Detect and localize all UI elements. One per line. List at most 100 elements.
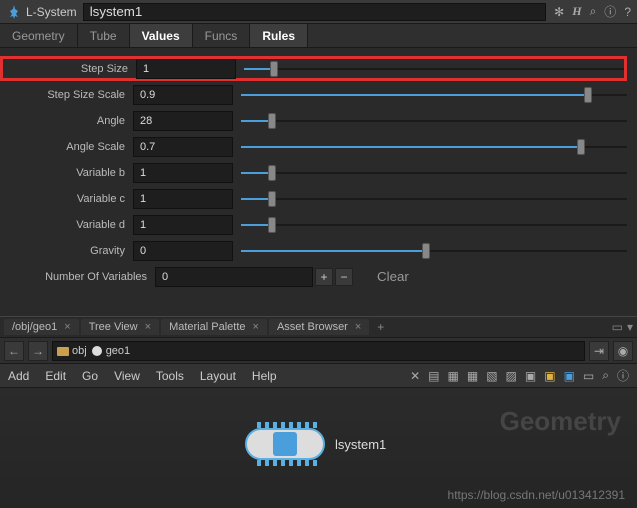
geo-icon: [91, 345, 103, 357]
step-size-input[interactable]: [136, 59, 236, 79]
step-size-label: Step Size: [3, 63, 136, 75]
gravity-label: Gravity: [0, 245, 133, 257]
color-icon[interactable]: ▣: [564, 369, 575, 383]
add-var-button[interactable]: +: [315, 268, 333, 286]
tab-geometry[interactable]: Geometry: [0, 24, 78, 47]
search-icon[interactable]: ⌕: [602, 368, 609, 383]
angle-slider[interactable]: [241, 111, 627, 131]
path-field[interactable]: obj geo1: [52, 341, 585, 361]
path-seg-obj[interactable]: obj: [57, 345, 87, 357]
info-icon[interactable]: ⓘ: [617, 367, 629, 384]
menu-bar: Add Edit Go View Tools Layout Help ✕ ▤ ▦…: [0, 364, 637, 388]
image-icon[interactable]: ▭: [583, 369, 594, 383]
angle-scale-label: Angle Scale: [0, 141, 133, 153]
help-h-icon[interactable]: H: [572, 4, 581, 19]
menu-tools[interactable]: Tools: [156, 369, 184, 383]
step-scale-input[interactable]: [133, 85, 233, 105]
param-var-c: Variable c: [0, 186, 627, 211]
angle-label: Angle: [0, 115, 133, 127]
var-b-label: Variable b: [0, 167, 133, 179]
folder-icon: [57, 345, 69, 357]
num-vars-input[interactable]: [155, 267, 313, 287]
save-icon[interactable]: ▣: [525, 369, 536, 383]
param-tabs: Geometry Tube Values Funcs Rules: [0, 24, 637, 48]
close-icon[interactable]: ×: [253, 321, 259, 333]
var-c-input[interactable]: [133, 189, 233, 209]
menu-view[interactable]: View: [114, 369, 140, 383]
angle-input[interactable]: [133, 111, 233, 131]
lsystem-node-icon: [273, 432, 297, 456]
pane-tab-obj[interactable]: /obj/geo1×: [4, 319, 79, 335]
param-angle: Angle: [0, 108, 627, 133]
search-icon[interactable]: ⌕: [590, 4, 597, 19]
gear-icon[interactable]: ✻: [554, 5, 564, 19]
layout-icon[interactable]: ▧: [486, 369, 497, 383]
gravity-slider[interactable]: [241, 241, 627, 261]
note-icon[interactable]: ▣: [544, 369, 555, 383]
close-icon[interactable]: ×: [64, 321, 70, 333]
clear-button[interactable]: Clear: [363, 267, 423, 286]
step-size-slider[interactable]: [244, 59, 624, 79]
remove-var-button[interactable]: −: [335, 268, 353, 286]
node-label: lsystem1: [335, 437, 386, 452]
pin-button[interactable]: ⇥: [589, 341, 609, 361]
step-scale-slider[interactable]: [241, 85, 627, 105]
pane-tabs: /obj/geo1× Tree View× Material Palette× …: [0, 316, 637, 338]
node-name-input[interactable]: [83, 3, 546, 21]
step-scale-label: Step Size Scale: [0, 89, 133, 101]
node-lsystem1[interactable]: lsystem1: [245, 428, 386, 460]
info-icon[interactable]: ⓘ: [604, 3, 616, 20]
back-button[interactable]: ←: [4, 341, 24, 361]
param-var-d: Variable d: [0, 212, 627, 237]
tab-rules[interactable]: Rules: [250, 24, 308, 47]
tab-values[interactable]: Values: [130, 24, 193, 47]
num-vars-label: Number Of Variables: [0, 271, 155, 283]
tab-tube[interactable]: Tube: [78, 24, 130, 47]
var-c-label: Variable c: [0, 193, 133, 205]
param-num-vars: Number Of Variables + − Clear: [0, 264, 627, 289]
menu-layout[interactable]: Layout: [200, 369, 236, 383]
list-icon[interactable]: ▤: [428, 369, 439, 383]
node-body[interactable]: [245, 428, 325, 460]
tab-funcs[interactable]: Funcs: [193, 24, 251, 47]
gravity-input[interactable]: [133, 241, 233, 261]
network-viewport[interactable]: Geometry lsystem1 https://blog.csdn.net/…: [0, 388, 637, 508]
pane-tab-material[interactable]: Material Palette×: [161, 319, 267, 335]
menu-go[interactable]: Go: [82, 369, 98, 383]
pane-tab-tree[interactable]: Tree View×: [81, 319, 159, 335]
add-tab-button[interactable]: +: [371, 320, 390, 334]
params-panel: Step Size Step Size Scale Angle Angle Sc…: [0, 48, 637, 298]
grid-icon[interactable]: ▦: [467, 369, 478, 383]
target-button[interactable]: ◉: [613, 341, 633, 361]
close-icon[interactable]: ×: [355, 321, 361, 333]
param-angle-scale: Angle Scale: [0, 134, 627, 159]
menu-add[interactable]: Add: [8, 369, 29, 383]
path-navbar: ← → obj geo1 ⇥ ◉: [0, 338, 637, 364]
close-icon[interactable]: ×: [145, 321, 151, 333]
var-c-slider[interactable]: [241, 189, 627, 209]
title-bar: L-System ✻ H ⌕ ⓘ ?: [0, 0, 637, 24]
var-d-input[interactable]: [133, 215, 233, 235]
expand-icon[interactable]: ▭: [612, 320, 623, 334]
var-d-label: Variable d: [0, 219, 133, 231]
pane-tab-asset[interactable]: Asset Browser×: [269, 319, 369, 335]
help-icon[interactable]: ?: [624, 5, 631, 19]
angle-scale-input[interactable]: [133, 137, 233, 157]
wrench-icon[interactable]: ✕: [410, 369, 420, 383]
path-seg-geo1[interactable]: geo1: [91, 345, 130, 357]
align-icon[interactable]: ▦: [448, 369, 459, 383]
menu-edit[interactable]: Edit: [45, 369, 66, 383]
context-label: Geometry: [500, 406, 621, 437]
lsystem-icon: [6, 4, 22, 20]
forward-button[interactable]: →: [28, 341, 48, 361]
angle-scale-slider[interactable]: [241, 137, 627, 157]
menu-icon[interactable]: ▾: [627, 320, 633, 334]
param-gravity: Gravity: [0, 238, 627, 263]
menu-help[interactable]: Help: [252, 369, 277, 383]
var-d-slider[interactable]: [241, 215, 627, 235]
wire-icon[interactable]: ▨: [506, 369, 517, 383]
param-var-b: Variable b: [0, 160, 627, 185]
var-b-input[interactable]: [133, 163, 233, 183]
var-b-slider[interactable]: [241, 163, 627, 183]
param-step-scale: Step Size Scale: [0, 82, 627, 107]
